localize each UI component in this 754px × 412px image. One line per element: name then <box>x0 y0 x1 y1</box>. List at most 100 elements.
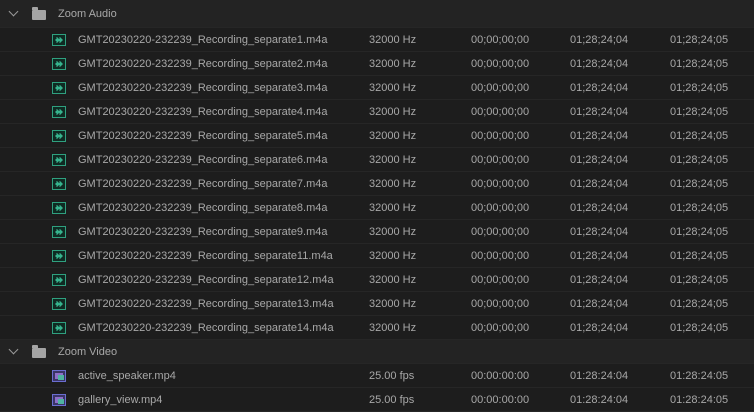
clip-duration: 01:28:24:05 <box>670 369 729 382</box>
clip-media-start: 00;00;00;00 <box>471 321 530 334</box>
clip-media-end: 01;28;24;04 <box>570 105 629 118</box>
clip-media-start: 00;00;00;00 <box>471 81 530 94</box>
bin-name: Zoom Audio <box>58 7 117 20</box>
clip-row[interactable]: GMT20230220-232239_Recording_separate5.m… <box>0 124 754 148</box>
video-clip-icon <box>52 369 66 382</box>
clip-media-end: 01;28;24;04 <box>570 57 629 70</box>
clip-name: GMT20230220-232239_Recording_separate11.… <box>78 249 333 262</box>
clip-name: GMT20230220-232239_Recording_separate14.… <box>78 321 334 334</box>
clip-row[interactable]: GMT20230220-232239_Recording_separate8.m… <box>0 196 754 220</box>
clip-media-start: 00:00:00:00 <box>471 369 530 382</box>
clip-row[interactable]: GMT20230220-232239_Recording_separate12.… <box>0 268 754 292</box>
bin-row[interactable]: Zoom Video <box>0 340 754 364</box>
clip-media-end: 01;28;24;04 <box>570 201 629 214</box>
clip-rate: 32000 Hz <box>369 321 417 334</box>
clip-rate: 32000 Hz <box>369 57 417 70</box>
clip-rate: 32000 Hz <box>369 225 417 238</box>
audio-clip-icon <box>52 273 66 286</box>
clip-name: GMT20230220-232239_Recording_separate8.m… <box>78 201 328 214</box>
clip-name: GMT20230220-232239_Recording_separate5.m… <box>78 129 328 142</box>
clip-row[interactable]: GMT20230220-232239_Recording_separate2.m… <box>0 52 754 76</box>
bin-row[interactable]: Zoom Audio <box>0 0 754 28</box>
clip-name: GMT20230220-232239_Recording_separate4.m… <box>78 105 328 118</box>
clip-media-start: 00;00;00;00 <box>471 201 530 214</box>
clip-row[interactable]: GMT20230220-232239_Recording_separate9.m… <box>0 220 754 244</box>
audio-clip-icon <box>52 297 66 310</box>
clip-rate: 25.00 fps <box>369 369 415 382</box>
clip-duration: 01;28;24;05 <box>670 105 729 118</box>
audio-clip-icon <box>52 225 66 238</box>
clip-media-end: 01;28;24;04 <box>570 177 629 190</box>
clip-rate: 32000 Hz <box>369 129 417 142</box>
clip-media-end: 01;28;24;04 <box>570 81 629 94</box>
clip-row[interactable]: GMT20230220-232239_Recording_separate13.… <box>0 292 754 316</box>
clip-rate: 32000 Hz <box>369 201 417 214</box>
folder-icon <box>32 6 46 20</box>
clip-duration: 01;28;24;05 <box>670 225 729 238</box>
audio-clip-icon <box>52 321 66 334</box>
clip-name: gallery_view.mp4 <box>78 393 163 406</box>
clip-duration: 01;28;24;05 <box>670 249 729 262</box>
clip-duration: 01;28;24;05 <box>670 57 729 70</box>
clip-media-end: 01;28;24;04 <box>570 249 629 262</box>
clip-name: GMT20230220-232239_Recording_separate2.m… <box>78 57 328 70</box>
clip-row[interactable]: GMT20230220-232239_Recording_separate7.m… <box>0 172 754 196</box>
clip-row[interactable]: GMT20230220-232239_Recording_separate3.m… <box>0 76 754 100</box>
clip-media-end: 01;28;24;04 <box>570 153 629 166</box>
clip-duration: 01;28;24;05 <box>670 81 729 94</box>
audio-clip-icon <box>52 129 66 142</box>
clip-rate: 32000 Hz <box>369 105 417 118</box>
audio-clip-icon <box>52 177 66 190</box>
clip-media-end: 01;28;24;04 <box>570 297 629 310</box>
clip-media-start: 00;00;00;00 <box>471 297 530 310</box>
clip-name: GMT20230220-232239_Recording_separate7.m… <box>78 177 328 190</box>
clip-media-start: 00;00;00;00 <box>471 57 530 70</box>
clip-row[interactable]: GMT20230220-232239_Recording_separate11.… <box>0 244 754 268</box>
video-clip-icon <box>52 393 66 406</box>
chevron-down-icon[interactable] <box>8 344 19 354</box>
clip-duration: 01;28;24;05 <box>670 201 729 214</box>
clip-name: GMT20230220-232239_Recording_separate1.m… <box>78 33 328 46</box>
clip-rate: 32000 Hz <box>369 273 417 286</box>
clip-duration: 01;28;24;05 <box>670 153 729 166</box>
clip-media-start: 00;00;00;00 <box>471 249 530 262</box>
audio-clip-icon <box>52 81 66 94</box>
clip-row[interactable]: GMT20230220-232239_Recording_separate4.m… <box>0 100 754 124</box>
clip-media-end: 01;28;24;04 <box>570 129 629 142</box>
clip-row[interactable]: active_speaker.mp4 25.00 fps 00:00:00:00 01… <box>0 364 754 388</box>
clip-media-end: 01;28;24;04 <box>570 225 629 238</box>
clip-duration: 01;28;24;05 <box>670 177 729 190</box>
clip-name: active_speaker.mp4 <box>78 369 176 382</box>
clip-media-start: 00;00;00;00 <box>471 177 530 190</box>
chevron-down-icon[interactable] <box>8 6 19 16</box>
clip-media-end: 01;28;24;04 <box>570 33 629 46</box>
clip-media-start: 00;00;00;00 <box>471 129 530 142</box>
clip-row[interactable]: GMT20230220-232239_Recording_separate6.m… <box>0 148 754 172</box>
clip-row[interactable]: gallery_view.mp4 25.00 fps 00:00:00:00 01:2… <box>0 388 754 412</box>
audio-clip-icon <box>52 201 66 214</box>
clip-row[interactable]: GMT20230220-232239_Recording_separate1.m… <box>0 28 754 52</box>
clip-duration: 01:28:24:05 <box>670 393 729 406</box>
clip-media-start: 00;00;00;00 <box>471 33 530 46</box>
clip-name: GMT20230220-232239_Recording_separate3.m… <box>78 81 328 94</box>
clip-duration: 01;28;24;05 <box>670 273 729 286</box>
clip-media-start: 00;00;00;00 <box>471 273 530 286</box>
clip-name: GMT20230220-232239_Recording_separate9.m… <box>78 225 328 238</box>
audio-clip-icon <box>52 153 66 166</box>
clip-media-start: 00;00;00;00 <box>471 225 530 238</box>
project-panel: Zoom Audio GMT20230220-232239_Recording_s… <box>0 0 754 412</box>
clip-media-end: 01:28:24:04 <box>570 369 629 382</box>
clip-media-end: 01:28:24:04 <box>570 393 629 406</box>
clip-media-start: 00:00:00:00 <box>471 393 530 406</box>
clip-rate: 32000 Hz <box>369 297 417 310</box>
clip-row[interactable]: GMT20230220-232239_Recording_separate14.… <box>0 316 754 340</box>
audio-clip-icon <box>52 105 66 118</box>
clip-rate: 32000 Hz <box>369 33 417 46</box>
clip-rate: 32000 Hz <box>369 177 417 190</box>
audio-clip-icon <box>52 33 66 46</box>
clip-rate: 32000 Hz <box>369 81 417 94</box>
clip-name: GMT20230220-232239_Recording_separate13.… <box>78 297 334 310</box>
clip-duration: 01;28;24;05 <box>670 129 729 142</box>
clip-duration: 01;28;24;05 <box>670 321 729 334</box>
clip-media-end: 01;28;24;04 <box>570 273 629 286</box>
